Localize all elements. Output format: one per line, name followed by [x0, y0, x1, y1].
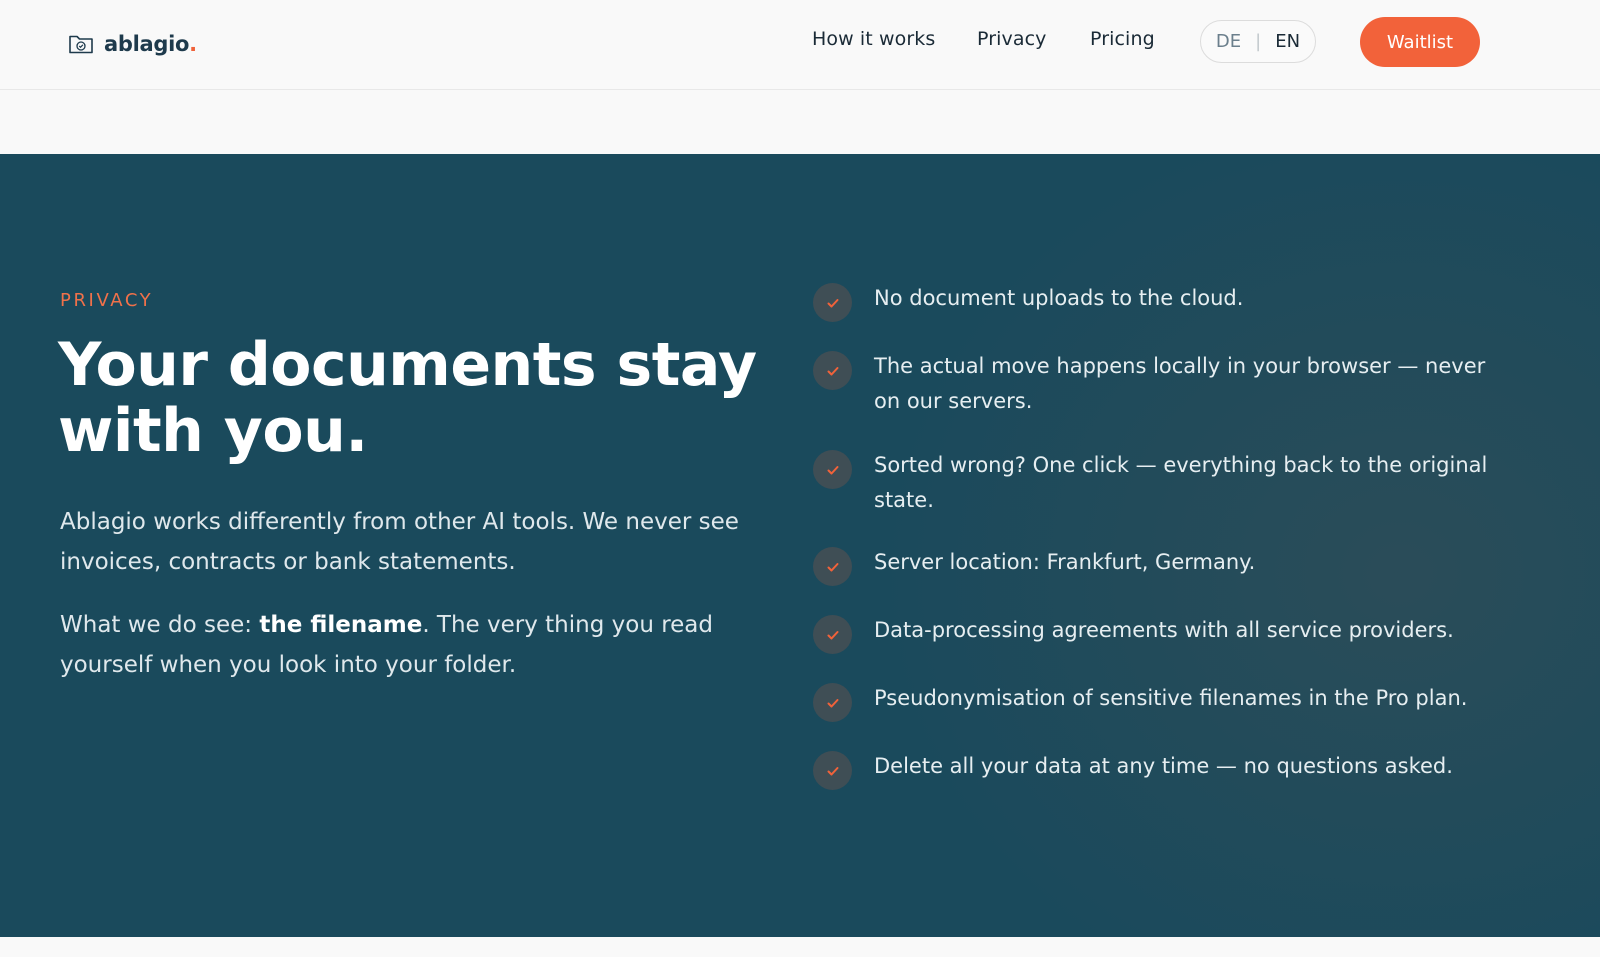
check-icon [813, 547, 852, 586]
check-icon [813, 683, 852, 722]
nav-privacy[interactable]: Privacy [977, 28, 1047, 50]
nav-how-it-works[interactable]: How it works [812, 28, 935, 50]
filename-paragraph: What we do see: the filename. The very t… [60, 612, 714, 678]
check-icon [813, 283, 852, 322]
lang-separator: | [1255, 31, 1262, 52]
feature-text: The actual move happens locally in your … [874, 354, 1486, 413]
filename-emphasis: the filename [259, 612, 423, 638]
section-headline: Your documents stay with you. [58, 330, 757, 466]
logo-wordmark: ablagio. [104, 32, 197, 56]
feature-item: Sorted wrong? One click — everything bac… [813, 448, 1513, 518]
feature-item: Delete all your data at any time — no qu… [813, 749, 1513, 790]
feature-text: No document uploads to the cloud. [874, 286, 1244, 310]
lang-en-option[interactable]: EN [1275, 31, 1300, 52]
nav-pricing[interactable]: Pricing [1090, 28, 1155, 50]
intro-paragraph: Ablagio works differently from other AI … [60, 509, 739, 575]
feature-text: Delete all your data at any time — no qu… [874, 754, 1453, 778]
site-header: ablagio. How it works Privacy Pricing DE… [0, 0, 1600, 90]
language-switcher: DE | EN [1200, 20, 1316, 63]
waitlist-button[interactable]: Waitlist [1360, 17, 1480, 67]
feature-item: Data-processing agreements with all serv… [813, 613, 1513, 654]
feature-text: Server location: Frankfurt, Germany. [874, 550, 1256, 574]
section-eyebrow: PRIVACY [60, 290, 154, 311]
feature-item: No document uploads to the cloud. [813, 281, 1513, 322]
lang-de-option[interactable]: DE [1216, 31, 1241, 52]
feature-text: Pseudonymisation of sensitive filenames … [874, 686, 1468, 710]
feature-item: Server location: Frankfurt, Germany. [813, 545, 1513, 586]
check-icon [813, 751, 852, 790]
check-icon [813, 450, 852, 489]
feature-item: Pseudonymisation of sensitive filenames … [813, 681, 1513, 722]
feature-text: Data-processing agreements with all serv… [874, 618, 1454, 642]
feature-text: Sorted wrong? One click — everything bac… [874, 453, 1488, 512]
next-section-edge [0, 937, 1600, 957]
feature-item: The actual move happens locally in your … [813, 349, 1513, 419]
folder-check-icon [69, 35, 93, 54]
privacy-section: PRIVACY Your documents stay with you. Ab… [0, 154, 1600, 937]
check-icon [813, 351, 852, 390]
check-icon [813, 615, 852, 654]
logo-link[interactable]: ablagio. [68, 28, 197, 60]
